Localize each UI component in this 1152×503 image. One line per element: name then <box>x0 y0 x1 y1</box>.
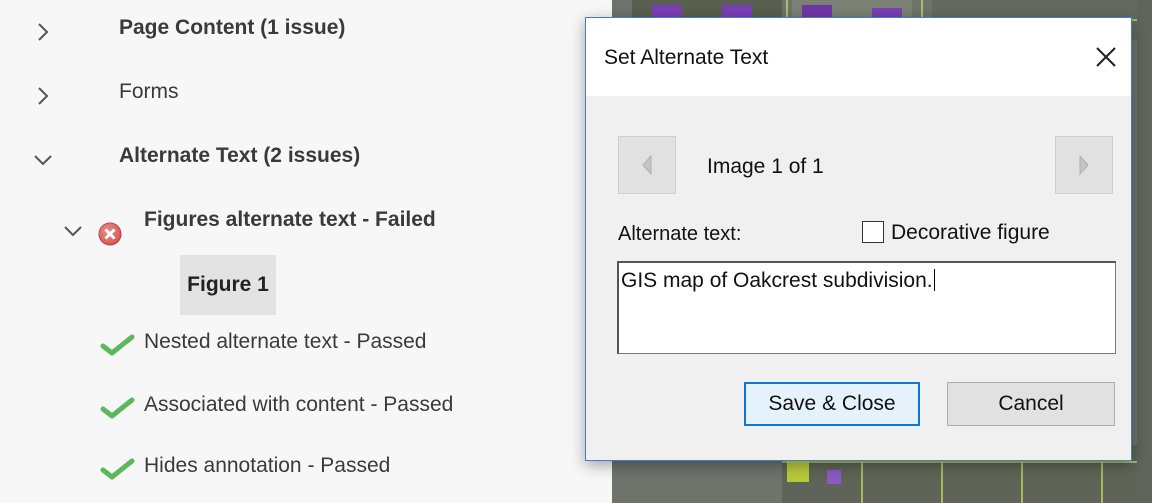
save-close-button[interactable]: Save & Close <box>744 382 920 426</box>
tree-item-label: Alternate Text (2 issues) <box>119 144 361 167</box>
save-close-label: Save & Close <box>768 392 896 415</box>
next-image-button[interactable] <box>1055 136 1113 194</box>
tree-item-label: Figures alternate text - Failed <box>144 208 436 231</box>
passed-check-icon <box>100 334 136 361</box>
set-alternate-text-dialog: Set Alternate Text Image 1 of 1 Alternat… <box>585 17 1132 461</box>
cancel-label: Cancel <box>998 392 1064 415</box>
dialog-title: Set Alternate Text <box>604 46 769 69</box>
tree-item-label: Forms <box>119 80 179 103</box>
chevron-right-icon[interactable] <box>28 17 58 47</box>
accessibility-checker-panel: Page Content (1 issue) Forms Alternate T… <box>0 0 612 503</box>
tree-item-figure-1[interactable]: Figure 1 <box>180 255 276 315</box>
passed-check-icon <box>100 397 136 424</box>
chevron-right-icon[interactable] <box>28 81 58 111</box>
decorative-figure-checkbox[interactable] <box>862 221 884 243</box>
decorative-figure-label[interactable]: Decorative figure <box>891 221 1050 245</box>
tree-item-alternate-text[interactable]: Alternate Text (2 issues) <box>119 136 360 176</box>
tree-item-page-content[interactable]: Page Content (1 issue) <box>119 8 345 48</box>
tree-item-figures-alt-text[interactable]: Figures alternate text - Failed <box>144 200 436 240</box>
alternate-text-input[interactable]: GIS map of Oakcrest subdivision. <box>617 261 1116 354</box>
tree-item-label: Figure 1 <box>187 273 269 296</box>
triangle-right-icon <box>1079 154 1089 176</box>
tree-item-nested-alt-text[interactable]: Nested alternate text - Passed <box>144 322 427 362</box>
passed-check-icon <box>100 458 136 485</box>
cancel-button[interactable]: Cancel <box>947 382 1115 426</box>
previous-image-button[interactable] <box>618 136 676 194</box>
tree-item-label: Page Content (1 issue) <box>119 16 346 39</box>
tree-item-forms[interactable]: Forms <box>119 72 179 112</box>
close-icon[interactable] <box>1091 42 1121 72</box>
chevron-down-icon[interactable] <box>58 216 88 246</box>
triangle-left-icon <box>642 154 652 176</box>
dialog-body: Image 1 of 1 Alternate text: Decorative … <box>586 96 1131 460</box>
image-counter: Image 1 of 1 <box>707 155 824 178</box>
tree-item-label: Associated with content - Passed <box>144 393 454 416</box>
alternate-text-value: GIS map of Oakcrest subdivision. <box>621 269 933 292</box>
text-caret <box>933 269 935 291</box>
dialog-title-bar[interactable]: Set Alternate Text <box>586 18 1131 96</box>
tree-item-label: Nested alternate text - Passed <box>144 330 427 353</box>
tree-item-associated-with-content[interactable]: Associated with content - Passed <box>144 385 453 425</box>
chevron-down-icon[interactable] <box>28 145 58 175</box>
tree-item-hides-annotation[interactable]: Hides annotation - Passed <box>144 446 390 486</box>
tree-item-label: Hides annotation - Passed <box>144 454 391 477</box>
failed-icon <box>98 222 122 251</box>
alternate-text-label: Alternate text: <box>618 223 742 245</box>
